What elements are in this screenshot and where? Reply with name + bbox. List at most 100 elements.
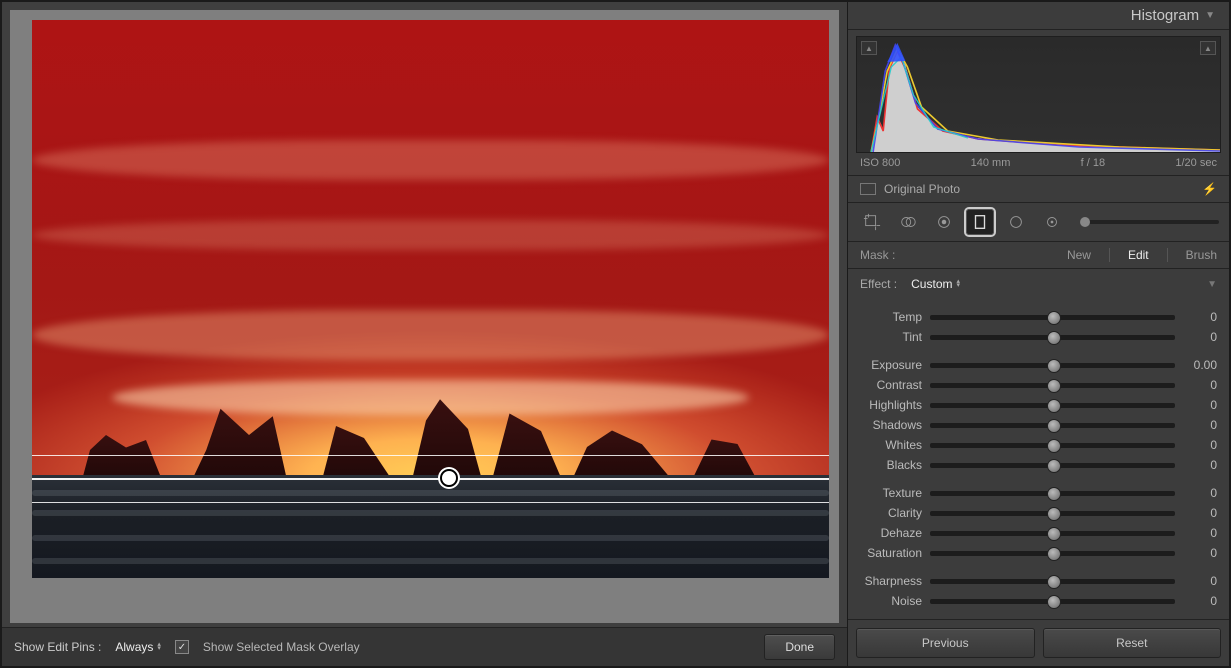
original-photo-row[interactable]: Original Photo ⚡ — [848, 176, 1229, 203]
brush-tool[interactable] — [1038, 209, 1066, 235]
meta-aperture: f / 18 — [1081, 157, 1105, 169]
previous-button[interactable]: Previous — [856, 628, 1035, 658]
slider-highlights[interactable]: Highlights0 — [860, 395, 1217, 415]
image-pane: Show Edit Pins : Always ▴▾ ✓ Show Select… — [2, 2, 847, 666]
slider-thumb[interactable] — [1047, 311, 1061, 325]
sliders-panel: Temp0Tint0Exposure0.00Contrast0Highlight… — [848, 299, 1229, 619]
slider-thumb[interactable] — [1047, 487, 1061, 501]
photo-metadata: ISO 800 140 mm f / 18 1/20 sec — [848, 153, 1229, 176]
mask-tab-edit[interactable]: Edit — [1128, 248, 1149, 262]
slider-blacks[interactable]: Blacks0 — [860, 455, 1217, 475]
slider-value[interactable]: 0 — [1183, 594, 1217, 608]
slider-track[interactable] — [930, 579, 1175, 584]
show-edit-pins-select[interactable]: Always ▴▾ — [115, 640, 161, 654]
gradient-pin[interactable] — [440, 469, 458, 487]
slider-noise[interactable]: Noise0 — [860, 591, 1217, 611]
slider-value[interactable]: 0 — [1183, 458, 1217, 472]
slider-thumb[interactable] — [1047, 419, 1061, 433]
slider-thumb[interactable] — [1047, 507, 1061, 521]
tool-amount-slider[interactable] — [1080, 220, 1219, 224]
slider-dehaze[interactable]: Dehaze0 — [860, 523, 1217, 543]
slider-value[interactable]: 0 — [1183, 526, 1217, 540]
slider-track[interactable] — [930, 315, 1175, 320]
slider-texture[interactable]: Texture0 — [860, 483, 1217, 503]
clip-shadows-icon[interactable]: ▲ — [861, 41, 877, 55]
effect-label: Effect : — [860, 277, 897, 291]
slider-track[interactable] — [930, 531, 1175, 536]
gradient-guide-top[interactable] — [32, 455, 829, 456]
mask-tab-new[interactable]: New — [1067, 248, 1091, 262]
slider-track[interactable] — [930, 491, 1175, 496]
tool-strip — [848, 203, 1229, 242]
slider-value[interactable]: 0 — [1183, 310, 1217, 324]
gradient-guide-mid[interactable] — [32, 478, 829, 480]
slider-thumb[interactable] — [1047, 359, 1061, 373]
slider-sharpness[interactable]: Sharpness 0 — [860, 571, 1217, 591]
overlay-checkbox[interactable]: ✓ — [175, 640, 189, 654]
slider-track[interactable] — [930, 335, 1175, 340]
spot-tool[interactable] — [894, 209, 922, 235]
slider-value[interactable]: 0 — [1183, 418, 1217, 432]
overlay-label: Show Selected Mask Overlay — [203, 640, 360, 654]
slider-track[interactable] — [930, 423, 1175, 428]
done-button[interactable]: Done — [764, 634, 835, 660]
gradient-guide-bottom[interactable] — [32, 502, 829, 503]
effect-select[interactable]: Custom ▴▾ — [911, 277, 960, 291]
slider-track[interactable] — [930, 363, 1175, 368]
show-edit-pins-label: Show Edit Pins : — [14, 640, 101, 654]
slider-label: Temp — [860, 310, 922, 324]
slider-thumb[interactable] — [1047, 459, 1061, 473]
slider-temp[interactable]: Temp 0 — [860, 307, 1217, 327]
crop-tool[interactable] — [858, 209, 886, 235]
slider-value[interactable]: 0.00 — [1183, 358, 1217, 372]
slider-clarity[interactable]: Clarity0 — [860, 503, 1217, 523]
slider-value[interactable]: 0 — [1183, 438, 1217, 452]
slider-label: Whites — [860, 438, 922, 452]
slider-track[interactable] — [930, 511, 1175, 516]
clip-highlights-icon[interactable]: ▲ — [1200, 41, 1216, 55]
slider-thumb[interactable] — [1047, 527, 1061, 541]
reset-button[interactable]: Reset — [1043, 628, 1222, 658]
slider-thumb[interactable] — [1047, 331, 1061, 345]
image-viewport[interactable] — [10, 10, 839, 623]
slider-track[interactable] — [930, 463, 1175, 468]
slider-contrast[interactable]: Contrast0 — [860, 375, 1217, 395]
viewport-toolbar: Show Edit Pins : Always ▴▾ ✓ Show Select… — [2, 627, 847, 666]
slider-value[interactable]: 0 — [1183, 378, 1217, 392]
slider-whites[interactable]: Whites 0 — [860, 435, 1217, 455]
slider-thumb[interactable] — [1047, 575, 1061, 589]
slider-thumb[interactable] — [1047, 399, 1061, 413]
slider-value[interactable]: 0 — [1183, 506, 1217, 520]
slider-track[interactable] — [930, 443, 1175, 448]
slider-thumb[interactable] — [1047, 439, 1061, 453]
effect-disclosure-icon[interactable]: ▼ — [1207, 279, 1217, 290]
slider-value[interactable]: 0 — [1183, 398, 1217, 412]
collapse-icon: ▼ — [1205, 10, 1215, 21]
slider-shadows[interactable]: Shadows0 — [860, 415, 1217, 435]
slider-value[interactable]: 0 — [1183, 546, 1217, 560]
slider-value[interactable]: 0 — [1183, 574, 1217, 588]
histogram[interactable]: ▲ ▲ — [856, 36, 1221, 153]
slider-thumb[interactable] — [1047, 547, 1061, 561]
meta-focal: 140 mm — [971, 157, 1011, 169]
radial-tool[interactable] — [1002, 209, 1030, 235]
slider-track[interactable] — [930, 403, 1175, 408]
mask-tab-brush[interactable]: Brush — [1186, 248, 1217, 262]
slider-thumb[interactable] — [1047, 379, 1061, 393]
slider-track[interactable] — [930, 599, 1175, 604]
histogram-title: Histogram — [1131, 7, 1199, 24]
gradient-tool[interactable] — [966, 209, 994, 235]
slider-tint[interactable]: Tint0 — [860, 327, 1217, 347]
slider-thumb[interactable] — [1047, 595, 1061, 609]
slider-track[interactable] — [930, 383, 1175, 388]
slider-saturation[interactable]: Saturation0 — [860, 543, 1217, 563]
slider-value[interactable]: 0 — [1183, 330, 1217, 344]
flash-icon[interactable]: ⚡ — [1202, 182, 1217, 196]
app-frame: Show Edit Pins : Always ▴▾ ✓ Show Select… — [0, 0, 1231, 668]
slider-track[interactable] — [930, 551, 1175, 556]
slider-value[interactable]: 0 — [1183, 486, 1217, 500]
histogram-header[interactable]: Histogram ▼ — [848, 2, 1229, 30]
redeye-tool[interactable] — [930, 209, 958, 235]
slider-label: Sharpness — [860, 574, 922, 588]
slider-exposure[interactable]: Exposure0.00 — [860, 355, 1217, 375]
